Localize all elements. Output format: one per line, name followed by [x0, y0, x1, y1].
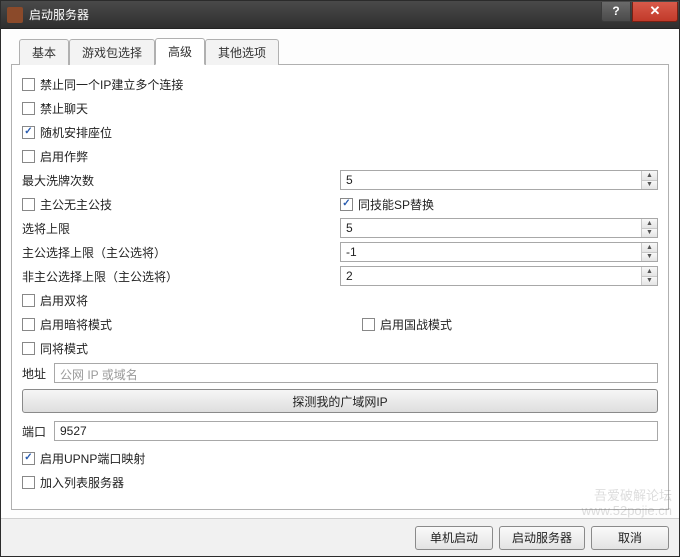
checkbox-forbid-chat[interactable] [22, 102, 35, 115]
label-lord-no-skill: 主公无主公技 [40, 196, 112, 213]
spin-arrows: ▲ ▼ [641, 267, 657, 285]
checkbox-enable-cheat[interactable] [22, 150, 35, 163]
label-enable-hidden: 启用暗将模式 [40, 316, 112, 333]
label-nonlord-choose-limit: 非主公选择上限（主公选将） [22, 268, 178, 285]
help-button[interactable]: ? [601, 2, 631, 22]
tab-strip: 基本 游戏包选择 高级 其他选项 [11, 37, 669, 64]
label-choose-general-limit: 选将上限 [22, 220, 70, 237]
titlebar: 启动服务器 ? ✕ [1, 1, 679, 29]
spin-up-icon[interactable]: ▲ [642, 171, 657, 181]
tab-other[interactable]: 其他选项 [205, 39, 279, 65]
label-max-shuffle: 最大洗牌次数 [22, 172, 94, 189]
port-input[interactable]: 9527 [54, 421, 658, 441]
app-icon [7, 7, 23, 23]
spin-up-icon[interactable]: ▲ [642, 243, 657, 253]
spin-choose-general-limit-value[interactable]: 5 [341, 219, 641, 237]
label-port: 端口 [22, 423, 54, 440]
checkbox-enable-dual[interactable] [22, 294, 35, 307]
spin-down-icon[interactable]: ▼ [642, 229, 657, 238]
spin-max-shuffle[interactable]: 5 ▲ ▼ [340, 170, 658, 190]
label-enable-kingdom: 启用国战模式 [380, 316, 452, 333]
spin-arrows: ▲ ▼ [641, 243, 657, 261]
spin-arrows: ▲ ▼ [641, 219, 657, 237]
tab-panel-advanced: 禁止同一个IP建立多个连接 禁止聊天 随机安排座位 启用作弊 最大洗牌次数 [11, 64, 669, 510]
label-lord-choose-limit: 主公选择上限（主公选将） [22, 244, 166, 261]
spin-nonlord-choose-limit[interactable]: 2 ▲ ▼ [340, 266, 658, 286]
label-upnp: 启用UPNP端口映射 [40, 450, 145, 467]
spin-lord-choose-limit-value[interactable]: -1 [341, 243, 641, 261]
label-address: 地址 [22, 365, 54, 382]
spin-lord-choose-limit[interactable]: -1 ▲ ▼ [340, 242, 658, 262]
client-area: 基本 游戏包选择 高级 其他选项 禁止同一个IP建立多个连接 禁止聊天 随机安排… [1, 29, 679, 518]
tab-advanced[interactable]: 高级 [155, 38, 205, 65]
tab-basic[interactable]: 基本 [19, 39, 69, 65]
checkbox-same-general-mode[interactable] [22, 342, 35, 355]
spin-up-icon[interactable]: ▲ [642, 267, 657, 277]
checkbox-random-seat[interactable] [22, 126, 35, 139]
spin-arrows: ▲ ▼ [641, 171, 657, 189]
label-forbid-same-ip: 禁止同一个IP建立多个连接 [40, 76, 183, 93]
checkbox-add-list[interactable] [22, 476, 35, 489]
checkbox-same-skill-sp[interactable] [340, 198, 353, 211]
tab-package[interactable]: 游戏包选择 [69, 39, 155, 65]
label-same-general-mode: 同将模式 [40, 340, 88, 357]
label-same-skill-sp: 同技能SP替换 [358, 196, 434, 213]
address-input[interactable]: 公网 IP 或域名 [54, 363, 658, 383]
label-enable-cheat: 启用作弊 [40, 148, 88, 165]
detect-wan-ip-button[interactable]: 探测我的广域网IP [22, 389, 658, 413]
checkbox-enable-kingdom[interactable] [362, 318, 375, 331]
spin-down-icon[interactable]: ▼ [642, 277, 657, 286]
checkbox-forbid-same-ip[interactable] [22, 78, 35, 91]
spin-up-icon[interactable]: ▲ [642, 219, 657, 229]
start-server-button[interactable]: 启动服务器 [499, 526, 585, 550]
spin-down-icon[interactable]: ▼ [642, 253, 657, 262]
window-title: 启动服务器 [29, 6, 601, 23]
label-random-seat: 随机安排座位 [40, 124, 112, 141]
checkbox-lord-no-skill[interactable] [22, 198, 35, 211]
spin-choose-general-limit[interactable]: 5 ▲ ▼ [340, 218, 658, 238]
cancel-button[interactable]: 取消 [591, 526, 669, 550]
close-button[interactable]: ✕ [632, 2, 678, 22]
label-forbid-chat: 禁止聊天 [40, 100, 88, 117]
label-enable-dual: 启用双将 [40, 292, 88, 309]
checkbox-upnp[interactable] [22, 452, 35, 465]
label-add-list: 加入列表服务器 [40, 474, 124, 491]
spin-nonlord-choose-limit-value[interactable]: 2 [341, 267, 641, 285]
dialog-window: 启动服务器 ? ✕ 基本 游戏包选择 高级 其他选项 禁止同一个IP建立多个连接… [0, 0, 680, 557]
checkbox-enable-hidden[interactable] [22, 318, 35, 331]
single-player-button[interactable]: 单机启动 [415, 526, 493, 550]
spin-down-icon[interactable]: ▼ [642, 181, 657, 190]
spin-max-shuffle-value[interactable]: 5 [341, 171, 641, 189]
dialog-footer: 单机启动 启动服务器 取消 [1, 518, 679, 556]
